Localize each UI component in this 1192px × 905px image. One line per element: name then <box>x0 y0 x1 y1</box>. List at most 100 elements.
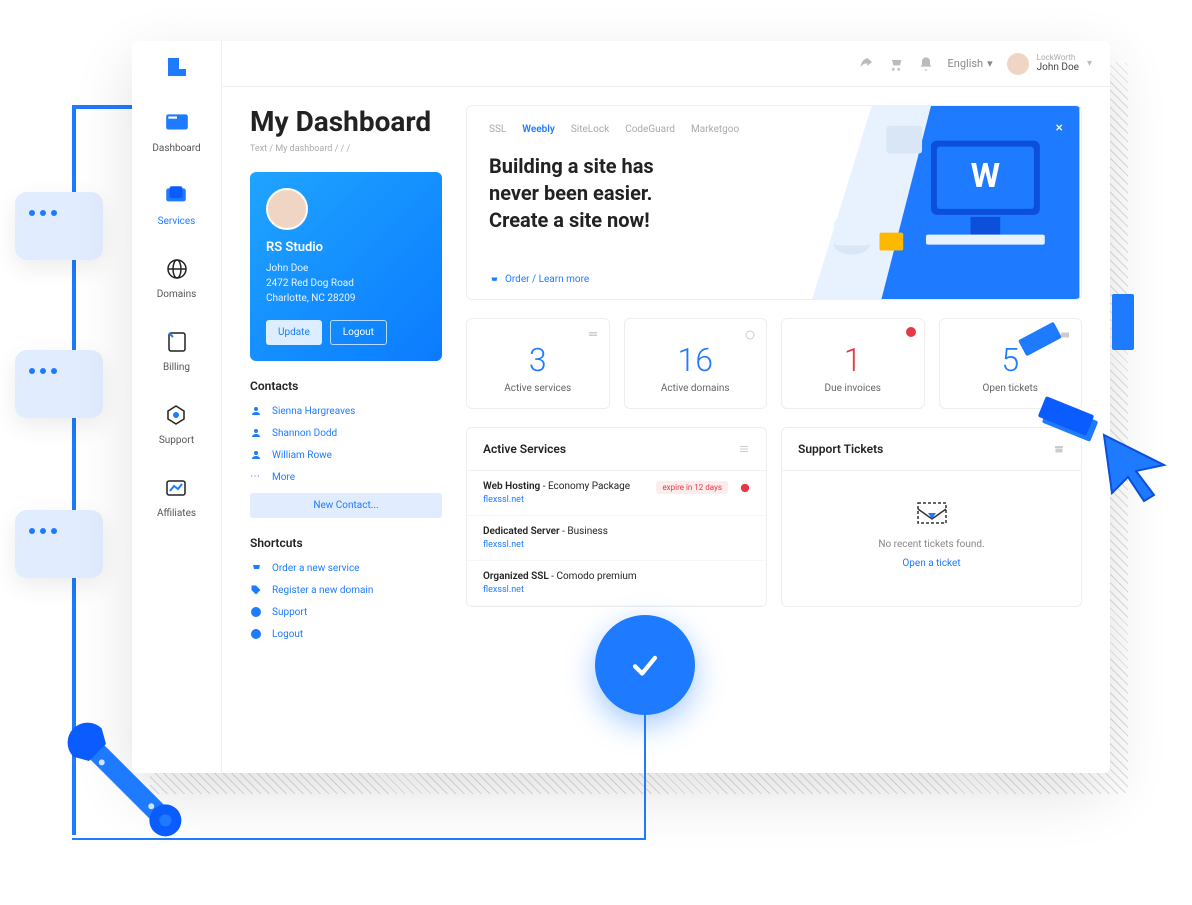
banner-headline: Building a site has never been easier. C… <box>489 153 699 234</box>
new-contact-button[interactable]: New Contact... <box>250 493 442 518</box>
close-icon[interactable]: × <box>1056 120 1063 136</box>
contact-name: Sienna Hargreaves <box>272 406 355 417</box>
cart-icon[interactable] <box>888 56 904 72</box>
language-selector[interactable]: English ▾ <box>948 57 993 70</box>
nav-services[interactable]: Services <box>158 176 196 233</box>
tab-weebly[interactable]: Weebly <box>522 124 555 135</box>
stack-icon <box>587 329 599 341</box>
stat-active-domains[interactable]: 16 Active domains <box>624 318 768 409</box>
inbox-icon <box>914 495 950 531</box>
settings-icon[interactable] <box>738 443 750 455</box>
nav-domains[interactable]: Domains <box>157 249 197 306</box>
avatar <box>266 188 308 230</box>
stat-open-tickets[interactable]: 5 Open tickets <box>939 318 1083 409</box>
nav-billing[interactable]: Billing <box>163 322 191 379</box>
expire-badge: expire in 12 days <box>656 481 728 494</box>
contacts-heading: Contacts <box>250 379 442 393</box>
profile-name: RS Studio <box>266 240 426 255</box>
service-name: Dedicated Server <box>483 526 560 537</box>
profile-address: 2472 Red Dog Road <box>266 276 426 291</box>
globe-icon <box>744 329 756 341</box>
deco-shape <box>1112 294 1134 350</box>
archive-icon[interactable] <box>1053 443 1065 455</box>
cart-icon <box>489 275 499 285</box>
cart-icon <box>250 562 262 574</box>
contact-item[interactable]: William Rowe <box>250 449 442 461</box>
service-row[interactable]: Organized SSL - Comodo premium flexssl.n… <box>467 561 766 606</box>
tab-ssl[interactable]: SSL <box>489 124 506 135</box>
profile-card: RS Studio John Doe 2472 Red Dog Road Cha… <box>250 172 442 361</box>
user-menu[interactable]: LockWorth John Doe ▾ <box>1007 53 1092 75</box>
shortcut-item[interactable]: Logout <box>250 628 442 640</box>
shortcuts-heading: Shortcuts <box>250 536 442 550</box>
shortcut-label: Support <box>272 607 307 618</box>
dashboard-icon <box>163 109 191 137</box>
panel-title: Support Tickets <box>798 442 883 456</box>
logout-icon <box>250 628 262 640</box>
banner-order-link[interactable]: Order / Learn more <box>489 274 589 285</box>
shortcut-label: Logout <box>272 629 303 640</box>
service-row[interactable]: Web Hosting - Economy Package flexssl.ne… <box>467 471 766 516</box>
stat-active-services[interactable]: 3 Active services <box>466 318 610 409</box>
user-name: John Doe <box>1037 62 1079 73</box>
shortcut-label: Register a new domain <box>272 585 373 596</box>
stat-due-invoices[interactable]: 1 Due invoices <box>781 318 925 409</box>
user-company: LockWorth <box>1037 54 1079 63</box>
tab-marketgoo[interactable]: Marketgoo <box>691 124 739 135</box>
shortcut-label: Order a new service <box>272 563 359 574</box>
support-tickets-panel: Support Tickets No recent tickets found.… <box>781 427 1082 607</box>
nav-label: Services <box>158 216 196 227</box>
service-domain: flexssl.net <box>483 540 750 550</box>
stat-value: 5 <box>954 341 1068 379</box>
service-plan: - Comodo premium <box>549 571 637 582</box>
tag-icon <box>250 584 262 596</box>
share-icon[interactable] <box>858 56 874 72</box>
support-icon <box>162 401 190 429</box>
alert-badge <box>906 327 916 337</box>
logout-button[interactable]: Logout <box>330 320 387 345</box>
nav-affiliates[interactable]: Affiliates <box>157 468 196 525</box>
breadcrumb: Text / My dashboard / / / <box>250 144 442 154</box>
avatar <box>1007 53 1029 75</box>
contact-more[interactable]: ⋯More <box>250 471 442 483</box>
service-plan: - Economy Package <box>540 481 630 492</box>
tab-codeguard[interactable]: CodeGuard <box>625 124 675 135</box>
domains-icon <box>163 255 191 283</box>
tab-sitelock[interactable]: SiteLock <box>571 124 609 135</box>
shortcut-item[interactable]: Register a new domain <box>250 584 442 596</box>
bell-icon[interactable] <box>918 56 934 72</box>
update-button[interactable]: Update <box>266 320 322 345</box>
language-label: English <box>948 57 984 70</box>
promo-banner: SSL Weebly SiteLock CodeGuard Marketgoo … <box>466 105 1082 300</box>
open-ticket-link[interactable]: Open a ticket <box>902 558 960 569</box>
breadcrumb-item[interactable]: Text <box>250 144 267 154</box>
nav-support[interactable]: Support <box>159 395 194 452</box>
stat-value: 16 <box>639 341 753 379</box>
nav-label: Billing <box>163 362 190 373</box>
nav-label: Affiliates <box>157 508 196 519</box>
service-plan: - Business <box>560 526 608 537</box>
contact-name: Shannon Dodd <box>272 428 337 439</box>
warning-icon <box>740 483 750 493</box>
profile-user: John Doe <box>266 261 426 276</box>
shortcut-item[interactable]: Order a new service <box>250 562 442 574</box>
breadcrumb-item[interactable]: My dashboard <box>275 144 332 154</box>
contact-item[interactable]: Shannon Dodd <box>250 427 442 439</box>
nav-dashboard[interactable]: Dashboard <box>152 103 200 160</box>
service-domain: flexssl.net <box>483 495 750 505</box>
service-name: Organized SSL <box>483 571 549 582</box>
stat-label: Open tickets <box>954 383 1068 394</box>
person-icon <box>250 427 262 439</box>
active-services-panel: Active Services Web Hosting - Economy Pa… <box>466 427 767 607</box>
shortcut-item[interactable]: Support <box>250 606 442 618</box>
chevron-down-icon: ▾ <box>987 57 993 70</box>
stat-value: 1 <box>796 341 910 379</box>
person-icon <box>250 405 262 417</box>
contact-item[interactable]: Sienna Hargreaves <box>250 405 442 417</box>
check-badge <box>595 615 695 715</box>
profile-address: Charlotte, NC 28209 <box>266 291 426 306</box>
cursor-icon <box>1094 425 1174 505</box>
affiliates-icon <box>162 474 190 502</box>
service-row[interactable]: Dedicated Server - Business flexssl.net <box>467 516 766 561</box>
wrench-icon <box>50 705 210 865</box>
